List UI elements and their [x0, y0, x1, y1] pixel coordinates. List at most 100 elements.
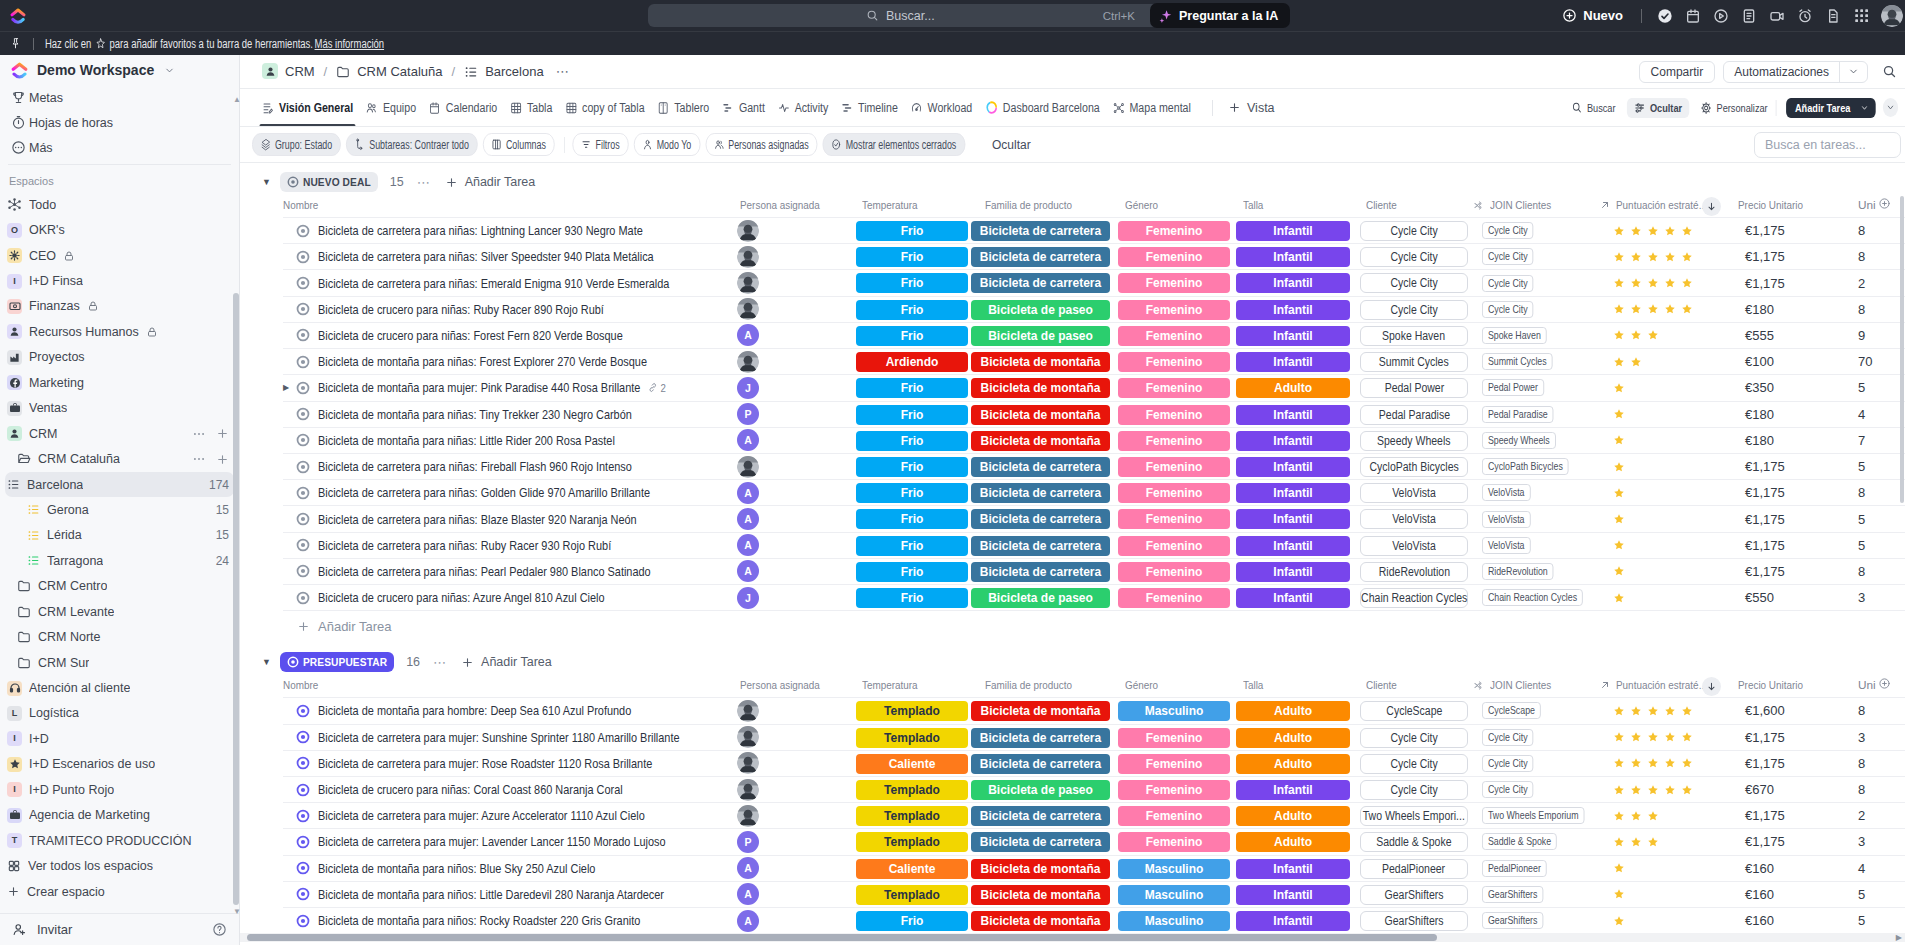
join-cliente-cell[interactable]: PedalPioneer [1482, 856, 1559, 881]
temperatura-pill[interactable]: Frio [856, 405, 968, 425]
cliente-cell[interactable]: GearShifters [1360, 885, 1468, 905]
sort-descending-badge[interactable] [1702, 197, 1721, 216]
rating-stars[interactable] [1613, 777, 1693, 802]
precio-cell[interactable]: €1,175 [1745, 218, 1785, 243]
cliente-cell[interactable]: Speedy Wheels [1360, 431, 1468, 451]
breadcrumb-more-button[interactable]: ⋯ [556, 64, 570, 79]
task-name[interactable]: Bicicleta de carretera para mujer: Azure… [318, 803, 707, 828]
task-status-icon[interactable] [296, 751, 310, 776]
precio-cell[interactable]: €1,175 [1745, 244, 1785, 269]
assignee-cell[interactable]: A [737, 856, 759, 881]
talla-pill[interactable]: Infantil [1236, 247, 1350, 267]
precio-cell[interactable]: €180 [1745, 297, 1774, 322]
sidebar-item-crm-levante[interactable]: CRM Levante [0, 599, 239, 624]
cliente-cell[interactable]: CycleScape [1360, 701, 1468, 721]
join-cliente-cell[interactable]: Pedal Paradise [1482, 402, 1567, 427]
assignee-cell[interactable]: P [737, 829, 759, 854]
group-more-button[interactable]: ⋯ [417, 175, 431, 190]
task-row[interactable]: Bicicleta de carretera para niñas: Fireb… [283, 454, 1905, 480]
familia-pill[interactable]: Bicicleta de carretera [971, 457, 1110, 477]
sidebar-item-todo[interactable]: Todo [0, 192, 239, 217]
cliente-cell[interactable]: RideRevolution [1360, 562, 1468, 582]
unidades-cell[interactable]: 5 [1858, 882, 1865, 907]
rating-stars[interactable] [1613, 856, 1625, 881]
task-name[interactable]: Bicicleta de carretera para mujer: Sunsh… [318, 725, 748, 750]
familia-pill[interactable]: Bicicleta de montaña [971, 885, 1110, 905]
unidades-cell[interactable]: 2 [1858, 270, 1865, 295]
sidebar-item-metas[interactable]: Metas [0, 85, 239, 110]
sidebar-item-crm-sur[interactable]: CRM Sur [0, 650, 239, 675]
task-row[interactable]: Bicicleta de carretera para niñas: Pearl… [283, 559, 1905, 585]
invite-button[interactable]: Invitar [0, 914, 239, 945]
notepad-icon[interactable] [1735, 0, 1763, 31]
collapse-group-icon[interactable]: ▼ [262, 657, 271, 667]
help-icon[interactable] [212, 922, 227, 937]
group-status-badge[interactable]: PRESUPUESTAR [280, 652, 394, 672]
cliente-cell[interactable]: Cycle City [1360, 221, 1468, 241]
join-cliente-cell[interactable]: Chain Reaction Cycles [1482, 585, 1602, 610]
rating-stars[interactable] [1613, 751, 1693, 776]
rating-stars[interactable] [1613, 533, 1625, 558]
task-name[interactable]: Bicicleta de montaña para niñas: Tiny Tr… [318, 402, 692, 427]
assignee-cell[interactable]: A [737, 506, 759, 531]
task-row[interactable]: Bicicleta de crucero para niñas: Coral C… [283, 777, 1905, 803]
precio-cell[interactable]: €1,175 [1745, 506, 1785, 531]
group-add-task-button[interactable]: Añadir Tarea [445, 175, 536, 189]
precio-cell[interactable]: €350 [1745, 375, 1774, 400]
talla-pill[interactable]: Infantil [1236, 431, 1350, 451]
apps-grid-icon[interactable] [1847, 0, 1875, 31]
join-cliente-cell[interactable]: Cycle City [1482, 270, 1543, 295]
task-name[interactable]: Bicicleta de montaña para niños: Rocky R… [318, 908, 702, 933]
genero-pill[interactable]: Femenino [1118, 457, 1230, 477]
tab-visión-general[interactable]: Visión General [262, 89, 353, 126]
precio-cell[interactable]: €100 [1745, 349, 1774, 374]
task-row[interactable]: Bicicleta de carretera para niñas: Light… [283, 218, 1905, 244]
tab-gantt[interactable]: Gantt [722, 89, 765, 126]
temperatura-pill[interactable]: Frio [856, 457, 968, 477]
assignee-cell[interactable] [737, 270, 759, 295]
column-header-nombre[interactable]: Nombre [283, 678, 325, 692]
sort-descending-badge[interactable] [1702, 677, 1721, 696]
group-more-button[interactable]: ⋯ [433, 655, 447, 670]
sidebar-item-crm-centro[interactable]: CRM Centro [0, 574, 239, 599]
temperatura-pill[interactable]: Frio [856, 221, 968, 241]
talla-pill[interactable]: Infantil [1236, 326, 1350, 346]
assignee-cell[interactable] [737, 698, 759, 723]
sidebar-item-crm-cataluña[interactable]: CRM Cataluña [0, 446, 239, 471]
precio-cell[interactable]: €180 [1745, 402, 1774, 427]
new-button[interactable]: Nuevo [1562, 8, 1623, 23]
talla-pill[interactable]: Infantil [1236, 352, 1350, 372]
toolbar-subtareas-contraer-todo[interactable]: Subtareas: Contraer todo [346, 133, 478, 156]
task-row[interactable]: Bicicleta de montaña para niñas: Tiny Tr… [283, 402, 1905, 428]
item-add-button[interactable] [216, 427, 229, 440]
precio-cell[interactable]: €1,175 [1745, 803, 1785, 828]
column-header-genero[interactable]: Género [1125, 678, 1164, 692]
tab-tabla[interactable]: Tabla [510, 89, 552, 126]
familia-pill[interactable]: Bicicleta de paseo [971, 326, 1110, 346]
tab-dasboard-barcelona[interactable]: Dasboard Barcelona [985, 89, 1100, 126]
cliente-cell[interactable]: Pedal Paradise [1360, 405, 1468, 425]
assignee-cell[interactable]: J [737, 585, 759, 610]
rating-stars[interactable] [1613, 803, 1659, 828]
unidades-cell[interactable]: 8 [1858, 297, 1865, 322]
cliente-cell[interactable]: Saddle & Spoke [1360, 832, 1468, 852]
breadcrumb-item-barcelona[interactable]: Barcelona [464, 64, 544, 79]
familia-pill[interactable]: Bicicleta de carretera [971, 483, 1110, 503]
precio-cell[interactable]: €1,175 [1745, 454, 1785, 479]
join-cliente-cell[interactable]: Cycle City [1482, 751, 1543, 776]
column-header-precio[interactable]: Precio Unitario [1738, 678, 1815, 692]
cliente-cell[interactable]: Spoke Haven [1360, 326, 1468, 346]
unidades-cell[interactable]: 5 [1858, 533, 1865, 558]
unidades-cell[interactable]: 7 [1858, 428, 1865, 453]
assignee-cell[interactable]: A [737, 908, 759, 933]
add-task-button[interactable]: Añadir Tarea [1786, 98, 1876, 118]
column-header-join[interactable]: JOIN Clientes [1473, 198, 1563, 212]
genero-pill[interactable]: Masculino [1118, 911, 1230, 931]
familia-pill[interactable]: Bicicleta de carretera [971, 536, 1110, 556]
column-header-cliente[interactable]: Cliente [1366, 678, 1403, 692]
temperatura-pill[interactable]: Frio [856, 378, 968, 398]
temperatura-pill[interactable]: Frio [856, 300, 968, 320]
join-cliente-cell[interactable]: GearShifters [1482, 882, 1555, 907]
task-row[interactable]: Bicicleta de crucero para niñas: Ruby Ra… [283, 297, 1905, 323]
toolbar-modo-yo[interactable]: Modo Yo [634, 133, 700, 156]
